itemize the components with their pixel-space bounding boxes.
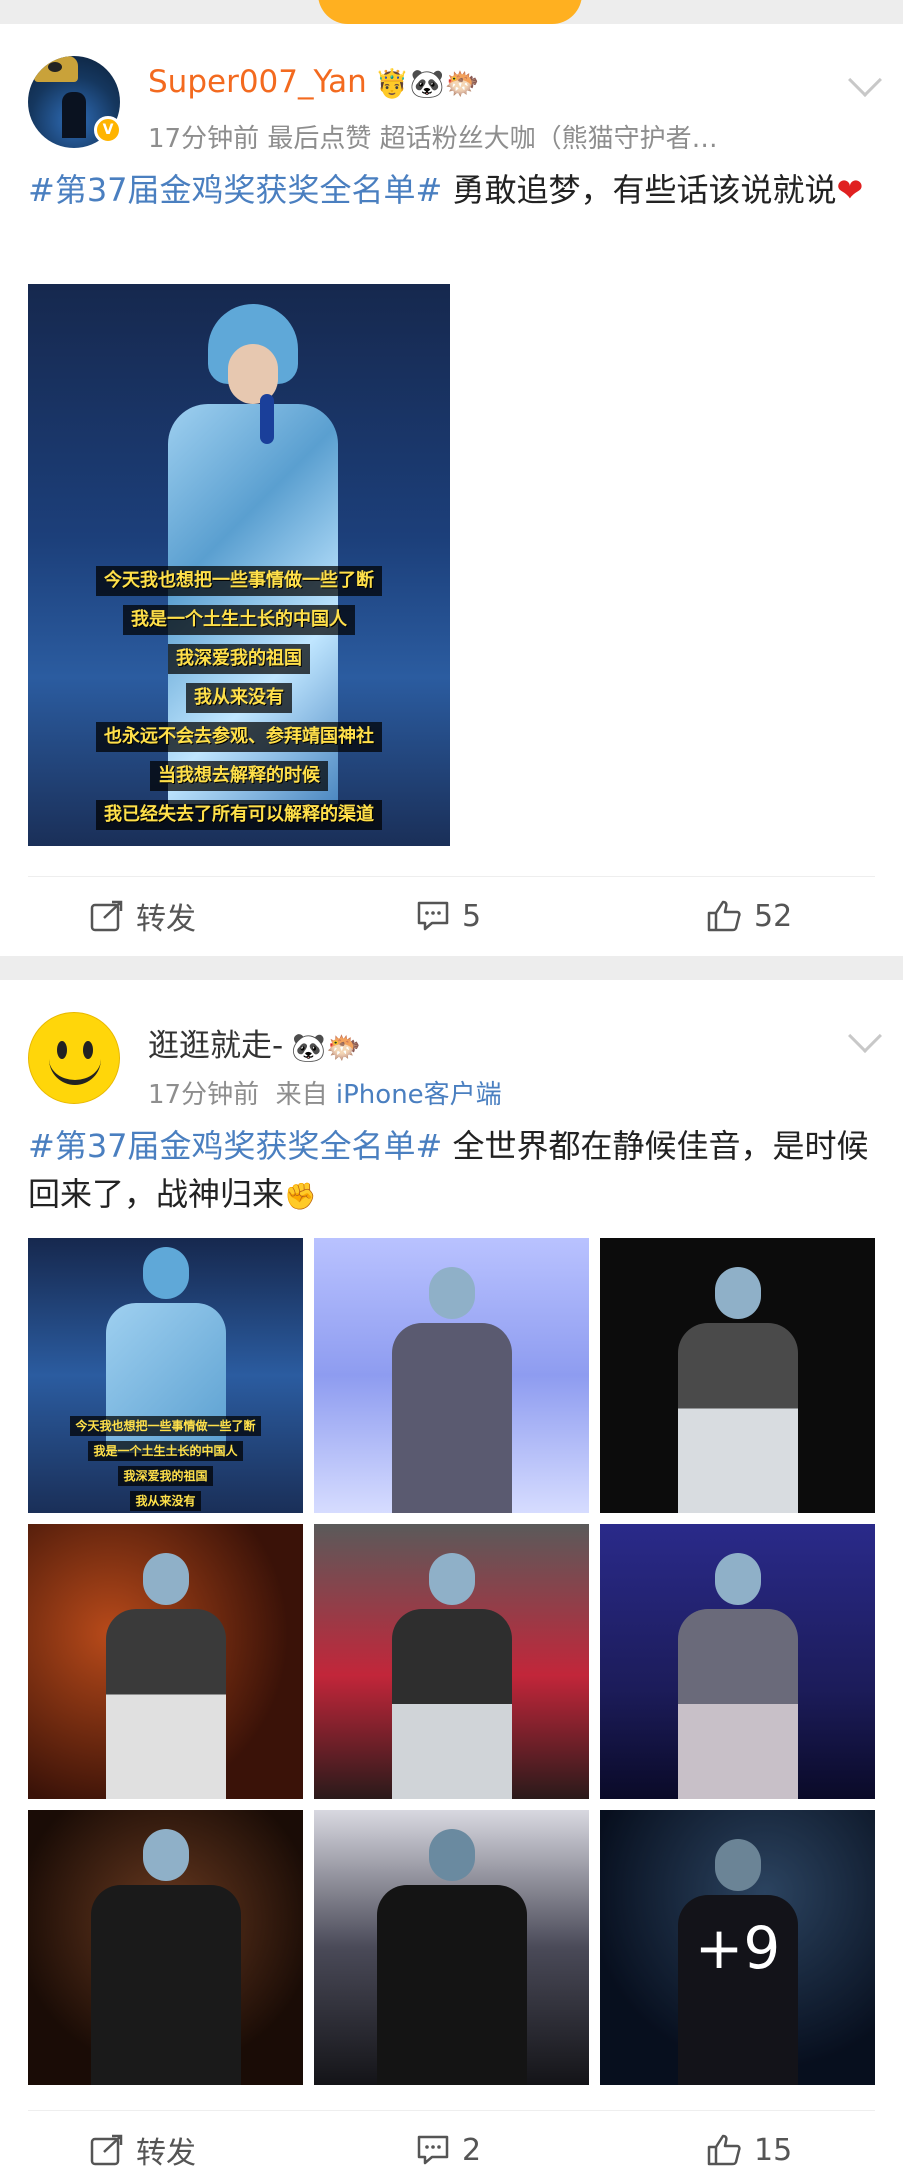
share-icon <box>90 2134 123 2166</box>
divider <box>28 2110 875 2111</box>
more-images-count[interactable]: +9 <box>600 1810 875 2085</box>
verified-badge-icon: V <box>94 116 122 144</box>
chevron-down-icon[interactable] <box>848 1019 882 1053</box>
grid-image[interactable]: 今天我也想把一些事情做一些了断 我是一个土生土长的中国人 我深爱我的祖国 我从来… <box>28 1238 303 1513</box>
post-meta: 17分钟前 来自 iPhone客户端 <box>148 1080 502 1110</box>
image-subtitles: 今天我也想把一些事情做一些了断 我是一个土生土长的中国人 我深爱我的祖国 我从来… <box>28 1416 303 1513</box>
post-card: V Super007_Yan 🤴🐼🐡 17分钟前 最后点赞 超话粉丝大咖（熊猫守护… <box>0 24 903 956</box>
source-link[interactable]: iPhone客户端 <box>336 1080 502 1110</box>
grid-image[interactable] <box>600 1238 875 1513</box>
grid-image[interactable] <box>314 1238 589 1513</box>
comment-button[interactable]: 2 <box>416 2115 481 2181</box>
comment-icon <box>417 2135 449 2165</box>
subtitle-line: 我深爱我的祖国 <box>168 644 310 674</box>
subtitle-line: 我是一个土生土长的中国人 <box>123 605 355 635</box>
image-subtitles: 今天我也想把一些事情做一些了断 我是一个土生土长的中国人 我深爱我的祖国 我从来… <box>28 566 450 839</box>
username[interactable]: 逛逛就走- 🐼🐡 <box>148 1020 361 1065</box>
user-badges: 🤴🐼🐡 <box>374 67 480 100</box>
grid-image[interactable] <box>600 1524 875 1799</box>
post-text: #第37届金鸡奖获奖全名单# 全世界都在静候佳音，是时候回来了，战神归来✊ <box>28 1127 869 1213</box>
divider <box>28 876 875 877</box>
grid-image[interactable] <box>28 1810 303 2085</box>
action-bar: 转发 2 15 <box>0 2115 903 2181</box>
subtitle-line: 也永远不会去参观、参拜靖国神社 <box>96 722 382 752</box>
user-badges: 🐼🐡 <box>291 1031 361 1064</box>
chevron-down-icon[interactable] <box>848 63 882 97</box>
post-text: #第37届金鸡奖获奖全名单# 勇敢追梦，有些话该说就说❤ <box>28 171 864 209</box>
microphone-icon <box>260 394 274 444</box>
grid-image[interactable] <box>28 1524 303 1799</box>
repost-button[interactable]: 转发 <box>90 2115 196 2181</box>
hat-icon <box>34 56 78 82</box>
grid-image[interactable] <box>314 1810 589 2085</box>
grid-image[interactable]: +9 <box>600 1810 875 2085</box>
subtitle-line: 当我想去解释的时候 <box>150 761 328 791</box>
action-bar: 转发 5 52 <box>0 881 903 951</box>
like-button[interactable]: 15 <box>706 2115 792 2181</box>
thumbs-up-icon <box>707 2134 741 2166</box>
fist-icon: ✊ <box>284 1182 317 1212</box>
comment-button[interactable]: 5 <box>416 881 481 951</box>
subtitle-line: 我已经失去了所有可以解释的渠道 <box>96 800 382 830</box>
subtitle-line: 我从来没有 <box>186 683 292 713</box>
repost-button[interactable]: 转发 <box>90 881 196 951</box>
thumbs-up-icon <box>707 900 741 932</box>
hashtag-link[interactable]: #第37届金鸡奖获奖全名单# <box>28 1127 442 1165</box>
subtitle-line: 今天我也想把一些事情做一些了断 <box>96 566 382 596</box>
username[interactable]: Super007_Yan 🤴🐼🐡 <box>148 64 479 100</box>
comment-icon <box>417 901 449 931</box>
avatar[interactable] <box>28 1012 120 1104</box>
hashtag-link[interactable]: #第37届金鸡奖获奖全名单# <box>28 171 442 209</box>
post-image[interactable]: 今天我也想把一些事情做一些了断 我是一个土生土长的中国人 我深爱我的祖国 我从来… <box>28 284 450 846</box>
heart-icon: ❤ <box>836 171 864 209</box>
grid-image[interactable] <box>314 1524 589 1799</box>
like-button[interactable]: 52 <box>706 881 792 951</box>
post-card: 逛逛就走- 🐼🐡 17分钟前 来自 iPhone客户端 #第37届金鸡奖获奖全名单… <box>0 980 903 2181</box>
post-meta: 17分钟前 最后点赞 超话粉丝大咖（熊猫守护者… <box>148 124 718 154</box>
refresh-banner[interactable] <box>318 0 582 24</box>
share-icon <box>90 900 123 932</box>
